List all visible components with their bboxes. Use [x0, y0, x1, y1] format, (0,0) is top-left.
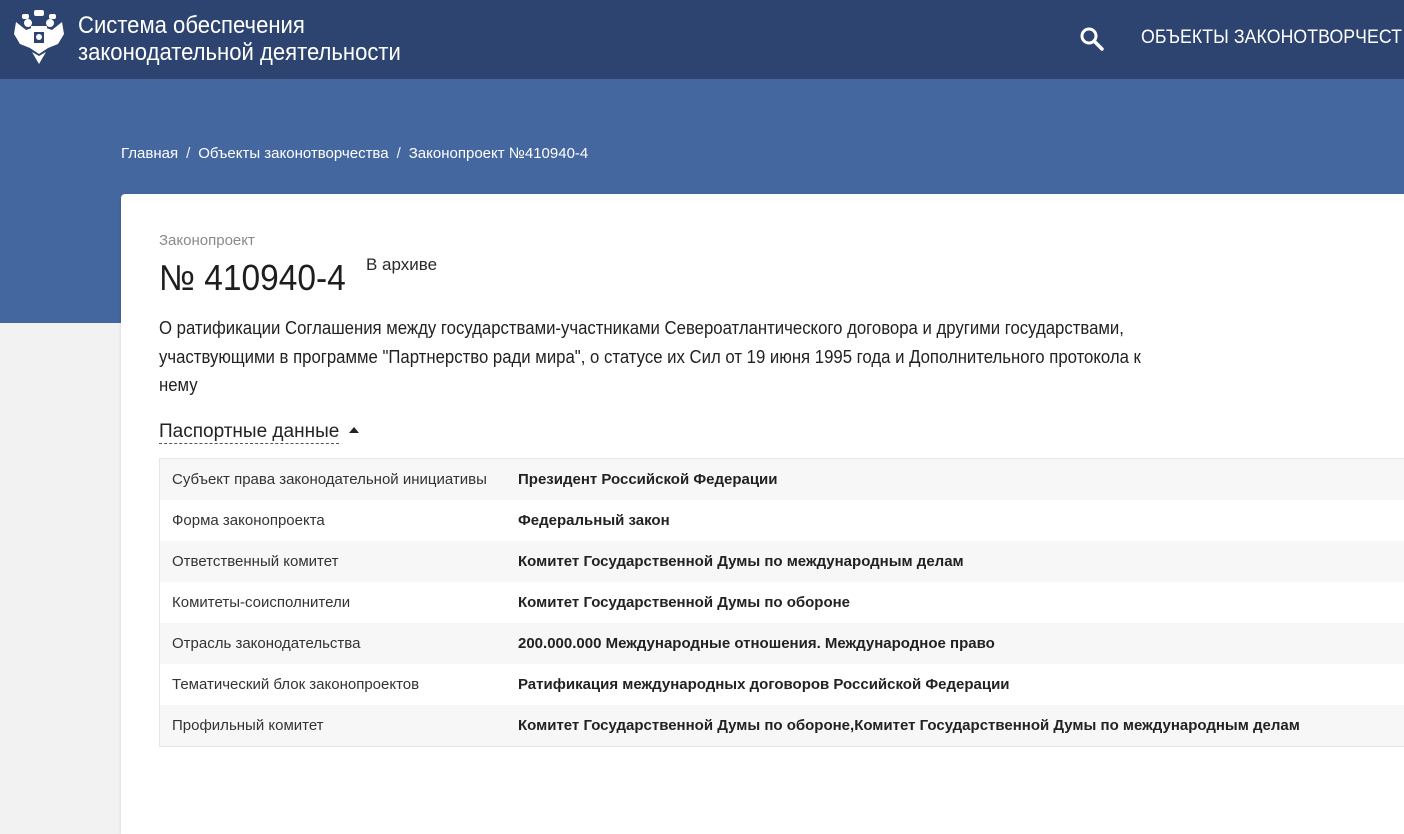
russian-coat-of-arms-icon[interactable] [12, 8, 66, 66]
bill-description: О ратификации Соглашения между государст… [159, 314, 1163, 400]
bill-type-label: Законопроект [159, 232, 255, 250]
passport-key: Ответственный комитет [160, 541, 507, 582]
breadcrumb-separator: / [397, 145, 401, 162]
passport-value: Президент Российской Федерации [506, 459, 1404, 501]
passport-key: Форма законопроекта [160, 500, 507, 541]
table-row: Комитеты-соисполнители Комитет Государст… [160, 582, 1404, 623]
table-row: Форма законопроекта Федеральный закон [160, 500, 1404, 541]
passport-key: Субъект права законодательной инициативы [160, 459, 507, 501]
breadcrumb-objects[interactable]: Объекты законотворчества [198, 145, 388, 162]
breadcrumb-home[interactable]: Главная [121, 145, 178, 162]
passport-value: Федеральный закон [506, 500, 1404, 541]
passport-data-toggle-label: Паспортные данные [159, 421, 339, 444]
site-title-line-2: законодательной деятельности [78, 39, 464, 66]
site-title-line-1: Система обеспечения [78, 12, 464, 39]
nav-link-objects[interactable]: ОБЪЕКТЫ ЗАКОНОТВОРЧЕСТ [1141, 27, 1402, 49]
table-row: Тематический блок законопроектов Ратифик… [160, 664, 1404, 705]
status-badge: В архиве [366, 255, 437, 275]
passport-value: Комитет Государственной Думы по обороне,… [506, 705, 1404, 747]
passport-value: Комитет Государственной Думы по обороне [506, 582, 1404, 623]
breadcrumb-current: Законопроект №410940-4 [409, 145, 589, 162]
passport-table: Субъект права законодательной инициативы… [159, 458, 1404, 747]
search-button[interactable] [1077, 24, 1107, 54]
bill-card: Законопроект № 410940-4 В архиве О ратиф… [121, 194, 1404, 834]
site-header: Система обеспечения законодательной деят… [0, 0, 1404, 79]
search-icon [1077, 24, 1107, 54]
passport-key: Профильный комитет [160, 705, 507, 747]
table-row: Субъект права законодательной инициативы… [160, 459, 1404, 501]
table-row: Профильный комитет Комитет Государственн… [160, 705, 1404, 747]
passport-data-toggle[interactable]: Паспортные данные [159, 420, 359, 444]
passport-key: Комитеты-соисполнители [160, 582, 507, 623]
caret-up-icon [349, 427, 359, 433]
breadcrumb: Главная / Объекты законотворчества / Законоп… [121, 145, 588, 163]
site-title[interactable]: Система обеспечения законодательной деят… [78, 12, 464, 66]
breadcrumb-separator: / [186, 145, 190, 162]
passport-value: Комитет Государственной Думы по междунар… [506, 541, 1404, 582]
passport-key: Тематический блок законопроектов [160, 664, 507, 705]
bill-number: № 410940-4 [159, 256, 346, 300]
passport-key: Отрасль законодательства [160, 623, 507, 664]
passport-value: 200.000.000 Международные отношения. Меж… [506, 623, 1404, 664]
passport-value: Ратификация международных договоров Росс… [506, 664, 1404, 705]
table-row: Отрасль законодательства 200.000.000 Меж… [160, 623, 1404, 664]
table-row: Ответственный комитет Комитет Государств… [160, 541, 1404, 582]
